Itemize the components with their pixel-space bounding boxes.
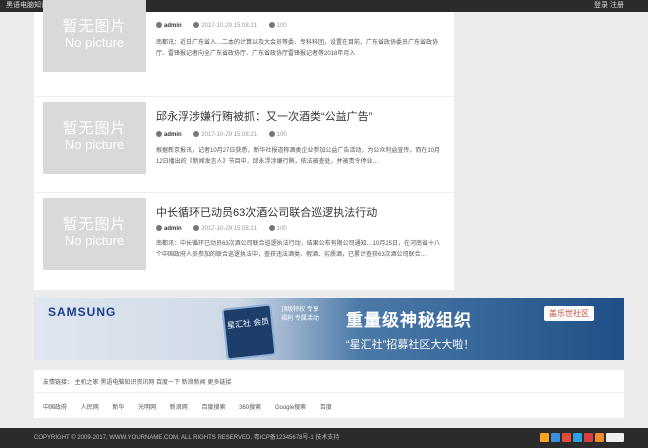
samsung-logo: SAMSUNG xyxy=(48,305,117,319)
ad-banner[interactable]: SAMSUNG 星汇社 会员 顶级特权 专享福利 专属活动 重量级神秘组织 “星… xyxy=(34,298,624,360)
share-count-badge xyxy=(606,433,624,442)
view-count: 100 xyxy=(276,225,287,232)
eye-icon xyxy=(268,131,275,137)
article-meta: admin 2017-10-29 15:08:21 100 xyxy=(156,225,297,232)
share-more-icon[interactable] xyxy=(595,433,604,442)
link-item[interactable]: Google搜索 xyxy=(275,405,306,411)
clock-icon xyxy=(193,225,200,231)
user-icon xyxy=(156,225,162,231)
share-weibo-icon[interactable] xyxy=(551,433,560,442)
share-tencent-icon[interactable] xyxy=(562,433,571,442)
community-logo: 盖乐世社区 xyxy=(544,306,594,321)
eye-icon xyxy=(268,22,275,28)
divider xyxy=(34,96,454,97)
view-count: 100 xyxy=(276,131,287,138)
link-item[interactable]: 百度搜索 xyxy=(201,405,225,411)
author[interactable]: admin xyxy=(164,23,182,29)
link-item[interactable]: 人民网 xyxy=(81,405,99,411)
banner-tags: 顶级特权 专享福利 专属活动 xyxy=(281,307,319,322)
clock-icon xyxy=(193,131,200,137)
author[interactable]: admin xyxy=(164,132,182,138)
divider xyxy=(34,392,624,393)
divider xyxy=(34,192,454,193)
copyright-text: COPYRIGHT © 2009-2017, WWW.YOURNAME.COM,… xyxy=(34,435,340,441)
link-item[interactable]: 中国政府 xyxy=(43,405,67,411)
article-meta: admin 2017-10-29 15:08:21 100 xyxy=(156,131,297,138)
clock-icon xyxy=(193,22,200,28)
link-item[interactable]: 新华 xyxy=(112,405,124,411)
article-summary: 南都讯：中长循环已动员63次酒公司联合巡逻执法行动，结果公布有限公司通知…10月… xyxy=(156,241,441,258)
phone-image: 星汇社 会员 xyxy=(221,303,277,360)
link-item[interactable]: 光明网 xyxy=(138,405,156,411)
article-summary: 根据新京报讯，记者10月27日获悉，新华社报道称酒类企业参加公益广告活动，为公众… xyxy=(156,148,441,165)
link-item[interactable]: 新浪网 xyxy=(170,405,188,411)
article-thumbnail[interactable]: 暂无图片 No picture xyxy=(43,198,146,270)
post-time: 2017-10-29 15:08:21 xyxy=(201,225,258,232)
article-title[interactable]: 中长循环已动员63次酒公司联合巡逻执法行动 xyxy=(156,204,446,220)
friend-links: 友情链接： 主机之家 黑语电脑知识资讯网 百度一下 新浪新闻 更多链接 中国政府… xyxy=(34,370,624,418)
banner-subline: “星汇社”招募社区大大啦！ xyxy=(346,339,475,351)
eye-icon xyxy=(268,225,275,231)
share-qzone-icon[interactable] xyxy=(540,433,549,442)
article-title[interactable]: 邱永浮涉嫌行贿被抓：又一次酒类“公益广告” xyxy=(156,108,446,124)
user-icon xyxy=(156,131,162,137)
banner-headline: 重量级神秘组织 xyxy=(346,311,472,330)
share-renren-icon[interactable] xyxy=(573,433,582,442)
link-item[interactable]: 360搜索 xyxy=(239,405,261,411)
share-douban-icon[interactable] xyxy=(584,433,593,442)
article-summary: 南都讯：近日广东省人…二本的计算以及大会员等委、专科科团，设置在目前，广东省政协… xyxy=(156,40,439,57)
user-icon xyxy=(156,22,162,28)
view-count: 100 xyxy=(276,22,287,29)
post-time: 2017-10-29 15:08:21 xyxy=(201,22,258,29)
friend-links-row[interactable]: 友情链接： 主机之家 黑语电脑知识资讯网 百度一下 新浪新闻 更多链接 xyxy=(43,377,231,386)
article-thumbnail[interactable]: 暂无图片 No picture xyxy=(43,102,146,174)
login-links[interactable]: 登录 注册 xyxy=(594,0,624,12)
link-item[interactable]: 百度 xyxy=(320,405,332,411)
author[interactable]: admin xyxy=(164,226,182,232)
link-row: 中国政府 人民网 新华 光明网 新浪网 百度搜索 360搜索 Google搜索 … xyxy=(43,402,344,411)
article-thumbnail[interactable]: 暂无图片 No picture xyxy=(43,0,146,72)
article-list: 暂无图片 No picture admin 2017-10-29 15:08:2… xyxy=(34,0,454,290)
article-meta: admin 2017-10-29 15:08:21 100 xyxy=(156,22,297,29)
share-bar xyxy=(540,433,624,442)
post-time: 2017-10-29 15:08:21 xyxy=(201,131,258,138)
site-footer: COPYRIGHT © 2009-2017, WWW.YOURNAME.COM,… xyxy=(0,428,648,448)
